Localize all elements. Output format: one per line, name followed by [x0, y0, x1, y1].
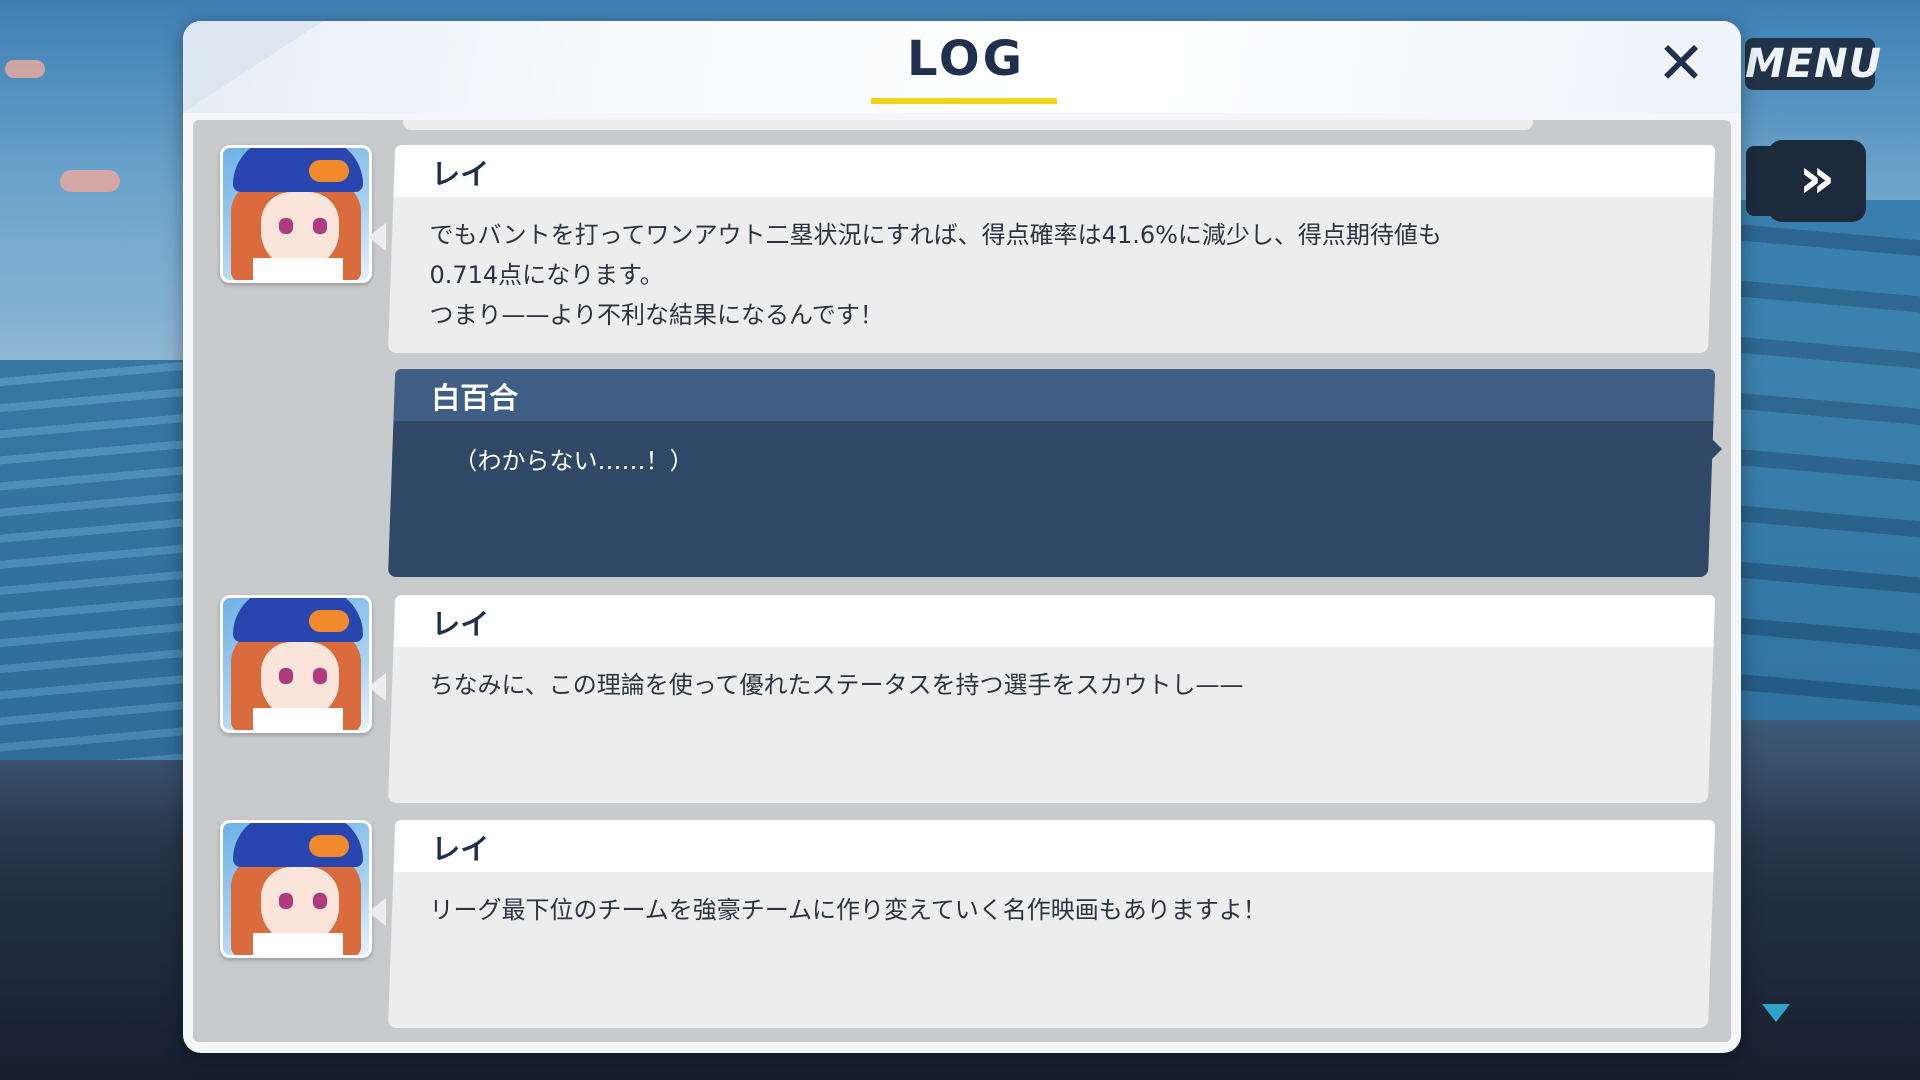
character-portrait — [220, 595, 372, 733]
dialogue-text: でもバントを打ってワンアウト二塁状況にすれば、得点確率は41.6%に減少し、得点… — [429, 221, 1442, 329]
bubble-tail — [368, 898, 386, 926]
dialogue-bubble-highlighted: 白百合 （わからない……！） — [388, 369, 1716, 577]
dialogue-bubble: レイ でもバントを打ってワンアウト二塁状況にすれば、得点確率は41.6%に減少し… — [388, 145, 1716, 353]
scroll-down-icon[interactable] — [1762, 1004, 1790, 1022]
log-entry: レイ リーグ最下位のチームを強豪チームに作り変えていく名作映画もありますよ！ — [193, 820, 1731, 1038]
header-decoration — [183, 21, 323, 113]
bubble-tail — [368, 673, 386, 701]
previous-entry-edge — [403, 120, 1533, 130]
speaker-name: レイ — [431, 832, 490, 866]
close-icon: ✕ — [1656, 29, 1706, 97]
speaker-name: 白百合 — [431, 381, 519, 415]
dialogue-bubble: レイ リーグ最下位のチームを強豪チームに作り変えていく名作映画もありますよ！ — [388, 820, 1716, 1028]
bubble-tail — [368, 223, 386, 251]
double-chevron-right-icon: » — [1798, 146, 1836, 211]
speaker-name: レイ — [431, 157, 490, 191]
title-underline — [871, 98, 1057, 104]
cloud-decoration — [5, 60, 45, 78]
log-entry-current: 白百合 （わからない……！） — [193, 369, 1731, 579]
cloud-decoration — [60, 170, 120, 192]
log-dialog: LOG ✕ レイ でもバントを打ってワンアウト二塁状況にすれば、得点確率は41.… — [183, 21, 1741, 1053]
dialogue-text: リーグ最下位のチームを強豪チームに作り変えていく名作映画もありますよ！ — [429, 896, 1267, 924]
log-list[interactable]: レイ でもバントを打ってワンアウト二塁状況にすれば、得点確率は41.6%に減少し… — [193, 120, 1731, 1042]
dialogue-bubble: レイ ちなみに、この理論を使って優れたステータスを持つ選手をスカウトし—— — [388, 595, 1716, 803]
dialog-header: LOG ✕ — [183, 21, 1741, 113]
speaker-name: レイ — [431, 607, 490, 641]
dialogue-text: ちなみに、この理論を使って優れたステータスを持つ選手をスカウトし—— — [429, 671, 1244, 699]
close-button[interactable]: ✕ — [1651, 33, 1711, 93]
dialog-title: LOG — [906, 31, 1026, 87]
menu-button[interactable]: MENU — [1745, 38, 1881, 90]
character-portrait — [220, 145, 372, 283]
dialogue-text: （わからない……！） — [453, 447, 694, 475]
fast-forward-button[interactable]: » — [1768, 140, 1866, 222]
log-entry: レイ でもバントを打ってワンアウト二塁状況にすれば、得点確率は41.6%に減少し… — [193, 145, 1731, 363]
log-entry: レイ ちなみに、この理論を使って優れたステータスを持つ選手をスカウトし—— — [193, 595, 1731, 813]
character-portrait — [220, 820, 372, 958]
current-entry-marker — [1708, 435, 1722, 463]
